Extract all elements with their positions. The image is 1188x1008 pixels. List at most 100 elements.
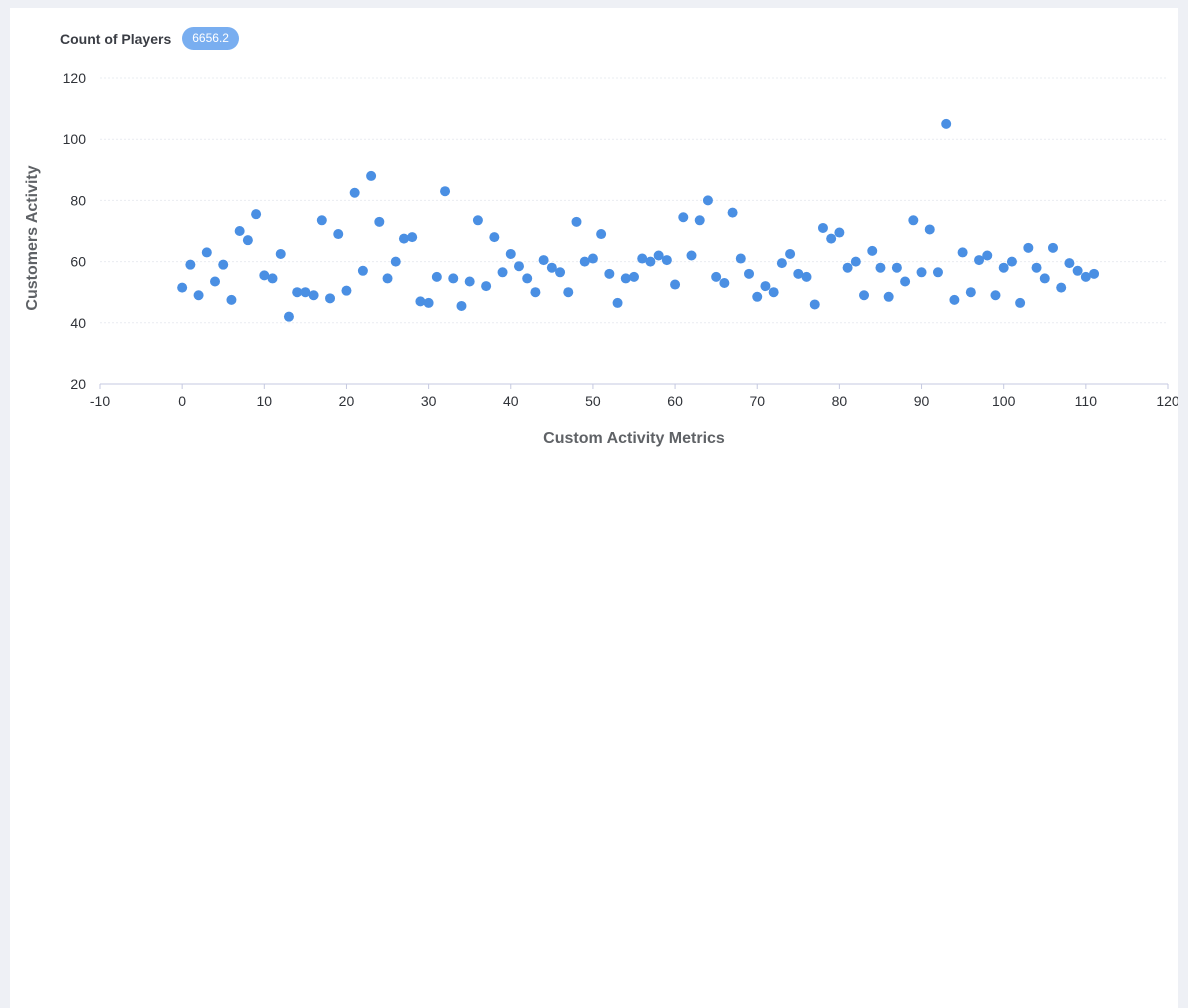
data-point xyxy=(785,248,796,259)
data-point xyxy=(612,297,623,308)
data-point xyxy=(711,271,722,282)
data-point xyxy=(694,215,705,226)
data-point xyxy=(538,255,549,266)
data-point xyxy=(965,287,976,298)
data-point xyxy=(555,267,566,278)
data-point xyxy=(251,209,262,220)
data-point xyxy=(366,170,377,181)
data-point xyxy=(1031,262,1042,273)
data-point xyxy=(867,245,878,256)
data-point xyxy=(941,118,952,129)
data-point xyxy=(1023,242,1034,253)
y-tick-label: 60 xyxy=(70,254,86,270)
data-point xyxy=(826,233,837,244)
data-point xyxy=(201,247,212,258)
data-point xyxy=(719,278,730,289)
y-tick-label: 80 xyxy=(70,192,86,208)
data-point xyxy=(661,255,672,266)
data-point xyxy=(702,195,713,206)
data-point xyxy=(440,186,451,197)
data-point xyxy=(382,273,393,284)
y-tick-label: 20 xyxy=(70,376,86,392)
x-tick-label: 70 xyxy=(749,393,765,409)
data-point xyxy=(752,291,763,302)
data-point xyxy=(431,271,442,282)
scatter-chart: 20 40 60 80 100 120 -10 0 10 20 30 40 50 60 70 80 90 100 1… xyxy=(24,70,1178,447)
data-point xyxy=(357,265,368,276)
data-point xyxy=(776,258,787,269)
data-point xyxy=(563,287,574,298)
data-point xyxy=(456,300,467,311)
data-point xyxy=(234,226,245,236)
data-point xyxy=(210,276,221,287)
data-point xyxy=(177,282,188,293)
data-point xyxy=(242,235,253,246)
x-tick-label: 60 xyxy=(667,393,683,409)
data-point xyxy=(727,207,738,218)
data-point xyxy=(308,290,319,301)
data-point xyxy=(489,232,500,243)
data-point xyxy=(891,262,902,273)
y-tick-label: 100 xyxy=(63,131,87,147)
data-point xyxy=(604,268,615,279)
y-tick-label: 120 xyxy=(63,70,87,86)
data-point xyxy=(850,256,861,267)
data-point xyxy=(834,227,845,238)
data-point xyxy=(341,285,352,296)
data-point xyxy=(645,256,656,267)
data-point xyxy=(817,222,828,233)
data-point xyxy=(193,290,204,301)
data-point xyxy=(349,187,360,198)
data-point xyxy=(481,281,492,292)
data-point xyxy=(678,212,689,223)
data-point xyxy=(932,267,943,278)
data-point xyxy=(1006,256,1017,267)
data-point xyxy=(735,253,746,264)
data-point xyxy=(374,216,385,227)
x-tick-label: -10 xyxy=(90,393,110,409)
grid-lines xyxy=(100,77,1168,324)
data-point xyxy=(670,279,681,290)
data-point xyxy=(998,262,1009,273)
data-point xyxy=(957,247,968,258)
x-tick-label: 10 xyxy=(257,393,273,409)
data-point xyxy=(924,224,935,235)
data-point xyxy=(883,291,894,302)
data-point xyxy=(587,253,598,264)
data-point xyxy=(809,299,820,310)
data-point xyxy=(571,216,582,227)
data-point xyxy=(497,267,508,278)
data-point xyxy=(1047,242,1058,253)
x-axis-label: Custom Activity Metrics xyxy=(543,430,725,447)
x-tick-label: 100 xyxy=(992,393,1016,409)
data-point xyxy=(407,232,418,243)
data-point xyxy=(629,271,639,282)
x-tick-label: 30 xyxy=(421,393,437,409)
x-tick-label: 110 xyxy=(1075,393,1098,409)
data-point xyxy=(982,250,993,261)
x-tick-label: 0 xyxy=(178,393,186,409)
chart-panel: Count of Players 6656.2 20 40 60 80 100 120 -1… xyxy=(10,8,1178,1008)
data-point xyxy=(218,259,229,270)
x-tick-label: 20 xyxy=(339,393,355,409)
data-point xyxy=(325,293,336,304)
data-point xyxy=(275,248,286,259)
data-point xyxy=(949,294,960,305)
data-point xyxy=(513,261,524,272)
data-point xyxy=(1064,258,1075,269)
data-point xyxy=(226,294,237,305)
data-point xyxy=(686,250,697,261)
y-tick-label: 40 xyxy=(70,315,86,331)
data-point xyxy=(530,287,541,298)
x-tick-label: 120 xyxy=(1156,393,1178,409)
data-point xyxy=(423,297,434,308)
data-point xyxy=(596,229,607,240)
data-point xyxy=(522,273,533,284)
x-tick-label: 80 xyxy=(832,393,848,409)
data-point xyxy=(1039,273,1050,284)
data-point xyxy=(1015,297,1026,308)
data-point xyxy=(859,290,870,301)
y-axis-label: Customers Activity xyxy=(24,165,41,310)
data-point xyxy=(990,290,1001,301)
data-point xyxy=(1089,268,1100,279)
